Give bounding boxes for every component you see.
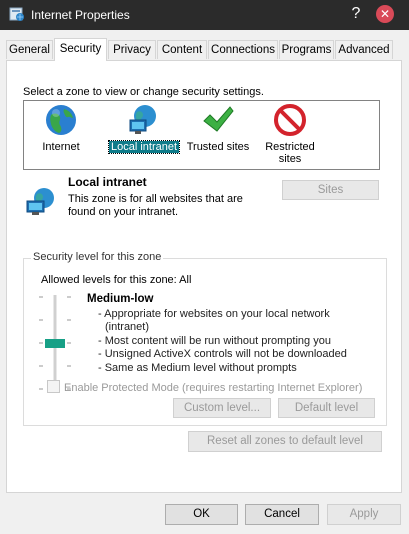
tab-programs[interactable]: Programs — [279, 40, 334, 59]
zone-description: This zone is for all websites that are f… — [68, 193, 243, 218]
security-level-description: - Appropriate for websites on your local… — [98, 308, 347, 375]
protected-mode-checkbox[interactable] — [47, 380, 60, 393]
cancel-button[interactable]: Cancel — [245, 504, 319, 525]
protected-mode-label: Enable Protected Mode (requires restarti… — [64, 382, 363, 394]
default-level-button[interactable]: Default level — [278, 398, 375, 418]
level-item: - Same as Medium level without prompts — [98, 361, 297, 374]
level-item: (intranet) — [105, 321, 150, 334]
tab-connections[interactable]: Connections — [208, 40, 278, 59]
level-item: - Unsigned ActiveX controls will not be … — [98, 348, 347, 361]
intranet-icon — [129, 105, 156, 134]
level-item: - Appropriate for websites on your local… — [98, 308, 330, 320]
zone-restricted-sites-label: Restricted sites — [265, 141, 315, 165]
ok-button[interactable]: OK — [165, 504, 238, 525]
custom-level-button[interactable]: Custom level... — [173, 398, 271, 418]
security-level-name: Medium-low — [87, 293, 154, 305]
select-zone-label: Select a zone to view or change security… — [23, 86, 264, 98]
internet-options-icon — [9, 7, 24, 21]
title-bar: Internet Properties ? ✕ — [0, 0, 409, 30]
zone-internet-label: Internet — [42, 141, 80, 153]
intranet-icon — [26, 188, 54, 215]
allowed-levels-label: Allowed levels for this zone: All — [41, 274, 192, 286]
zone-internet[interactable]: Internet — [32, 103, 90, 153]
zone-list: Internet Local intranet Trusted sites Re… — [23, 100, 380, 170]
tab-security[interactable]: Security — [54, 38, 107, 61]
zone-trusted-sites[interactable]: Trusted sites — [184, 103, 252, 153]
security-panel: Select a zone to view or change security… — [6, 60, 402, 493]
checkmark-icon — [203, 106, 234, 132]
close-button[interactable]: ✕ — [376, 5, 394, 23]
sites-button[interactable]: Sites — [282, 180, 379, 200]
window-title: Internet Properties — [31, 8, 130, 22]
tab-strip: General Security Privacy Content Connect… — [6, 38, 404, 61]
restricted-icon — [274, 104, 306, 136]
protected-mode-row: Enable Protected Mode (requires restarti… — [47, 380, 362, 394]
zone-local-intranet-label: Local intranet — [107, 140, 181, 154]
security-level-slider[interactable] — [37, 293, 73, 393]
tab-advanced[interactable]: Advanced — [335, 40, 393, 59]
tab-content[interactable]: Content — [157, 40, 207, 59]
help-button[interactable]: ? — [348, 6, 364, 22]
zone-trusted-sites-label: Trusted sites — [186, 141, 250, 153]
tab-privacy[interactable]: Privacy — [108, 40, 156, 59]
security-level-group-title: Security level for this zone — [31, 251, 164, 263]
globe-icon — [46, 105, 76, 135]
level-item: - Most content will be run without promp… — [98, 334, 331, 347]
slider-thumb — [45, 339, 65, 348]
zone-title: Local intranet — [68, 175, 147, 189]
zone-restricted-sites[interactable]: Restricted sites — [260, 103, 320, 165]
apply-button[interactable]: Apply — [327, 504, 401, 525]
reset-all-zones-button[interactable]: Reset all zones to default level — [188, 431, 382, 452]
tab-general[interactable]: General — [6, 40, 53, 59]
zone-local-intranet[interactable]: Local intranet — [107, 103, 181, 154]
